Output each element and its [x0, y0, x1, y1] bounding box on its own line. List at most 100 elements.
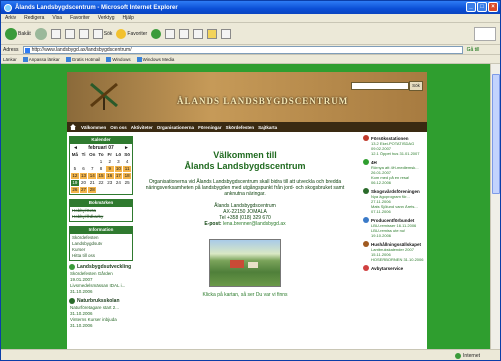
menu-arkiv[interactable]: Arkiv	[5, 15, 16, 21]
home-icon[interactable]	[70, 124, 76, 130]
calendar-day[interactable]: 21	[88, 180, 96, 186]
news-item[interactable]: Skördefesten Gården 19.01.2007	[67, 271, 135, 283]
search-button[interactable]: Sök	[92, 28, 112, 39]
org-news-item[interactable]: 12.1 Öppet hus 31.01.2007	[371, 151, 425, 156]
nav-valkommen[interactable]: Välkommen	[81, 125, 106, 130]
link-windows[interactable]: Windows	[106, 56, 131, 62]
calendar-day[interactable]: 2	[106, 159, 114, 165]
minimize-button[interactable]: _	[466, 2, 476, 12]
site-search-button[interactable]: Sök	[409, 81, 423, 91]
map-caption-link[interactable]: Klicka på kartan, så ser Du var vi finns	[139, 292, 351, 298]
calendar-day[interactable]: 9	[105, 166, 114, 172]
calendar-day[interactable]: 5	[71, 166, 79, 172]
menu-visa[interactable]: Visa	[52, 15, 62, 21]
back-button[interactable]: Bakåt	[5, 27, 31, 40]
calendar-day[interactable]: 17	[114, 173, 123, 179]
news-item[interactable]: Naturföretagare start 2... 31.10.2006	[67, 305, 135, 317]
calendar-day	[80, 159, 88, 165]
org-news-item[interactable]: Nya ägoprogram för... 27.11.2006	[371, 194, 425, 204]
folder-icon[interactable]	[207, 28, 218, 39]
org-news-item[interactable]: Mats Sjölund vann Ärets... 07.11.2006	[371, 204, 425, 214]
home-icon[interactable]	[78, 28, 89, 39]
right-column: Försöksstationen 13.2 Ekei-POTATISDAG 09.…	[361, 132, 427, 349]
messenger-icon[interactable]	[221, 28, 232, 39]
farm-photo[interactable]	[209, 239, 281, 287]
calendar-day[interactable]: 18	[123, 173, 131, 179]
calendar-day	[115, 187, 123, 193]
calendar-day[interactable]: 22	[97, 180, 105, 186]
news-item[interactable]: Livsmedelsmässan IDAL i... 31.10.2006	[67, 283, 135, 295]
calendar-day[interactable]: 12	[71, 173, 79, 179]
calendar-day[interactable]: 27	[79, 187, 88, 193]
maximize-button[interactable]: □	[477, 2, 487, 12]
bookmark-item[interactable]: Hobby/Ödkarby	[72, 214, 130, 220]
link-windows-media[interactable]: Windows Media	[136, 56, 174, 62]
org-news-item[interactable]: Kom med på en resa! 06.12.2006	[371, 175, 425, 185]
menu-verktyg[interactable]: Verktyg	[98, 15, 115, 21]
go-button[interactable]: Gå till	[467, 47, 480, 53]
calendar-day[interactable]: 15	[97, 173, 105, 179]
calendar-day[interactable]: 24	[115, 180, 123, 186]
calendar-day[interactable]: 20	[80, 180, 88, 186]
news-item[interactable]: Vinterns Kurser inbjuda 31.10.2006	[67, 317, 135, 329]
calendar-day[interactable]: 10	[114, 166, 123, 172]
calendar-day[interactable]: 6	[80, 166, 88, 172]
vertical-scrollbar[interactable]	[490, 64, 500, 349]
org-logo-icon	[363, 188, 369, 194]
forward-button[interactable]	[34, 27, 47, 40]
nav-skordefesten[interactable]: Skördefesten	[226, 125, 255, 130]
calendar-prev[interactable]: ◄	[73, 145, 78, 151]
info-link[interactable]: Hitta till oss	[72, 253, 130, 259]
refresh-icon[interactable]	[64, 28, 75, 39]
link-hotmail[interactable]: Gratis Hotmail	[65, 56, 100, 62]
nav-om-oss[interactable]: Om oss	[110, 125, 127, 130]
calendar-day[interactable]: 1	[97, 159, 105, 165]
mail-icon[interactable]	[165, 28, 176, 39]
calendar-day[interactable]: 4	[123, 159, 131, 165]
calendar-day[interactable]: 3	[115, 159, 123, 165]
org-section: Producentförbundet LBU-remisser 16.11.200…	[363, 217, 425, 238]
org-news-item[interactable]: HOSERBORNEN 31.10.2006	[371, 257, 425, 262]
calendar-day[interactable]: 8	[97, 166, 105, 172]
calendar-day[interactable]: 25	[123, 180, 131, 186]
calendar-day[interactable]: 7	[88, 166, 96, 172]
nav-aktiviteter[interactable]: Aktiviteter	[131, 125, 153, 130]
nav-foreningar[interactable]: Föreningar	[198, 125, 222, 130]
org-section: Försöksstationen 13.2 Ekei-POTATISDAG 09.…	[363, 135, 425, 156]
nav-organisationerna[interactable]: Organisationerna	[157, 125, 194, 130]
stop-icon[interactable]	[50, 28, 61, 39]
site-logo[interactable]: ÅLANDS LANDSBYGDSCENTRUM	[177, 96, 348, 106]
org-news-item[interactable]: LBU-remiss ute nu! 19.10.2006	[371, 228, 425, 238]
link-anpassa[interactable]: Anpassa länkar	[22, 56, 60, 62]
scrollbar-thumb[interactable]	[492, 74, 500, 194]
org-news-item[interactable]: Rörnya att 4H-medlemsk... 26.01.2007	[371, 165, 425, 175]
close-button[interactable]: ×	[488, 2, 498, 12]
org-news-item[interactable]: Lantbrukskalender 2007 15.11.2006	[371, 247, 425, 257]
org-heading[interactable]: Avbytarservice	[363, 265, 425, 271]
address-input[interactable]: http://www.landsbygd.ax/landsbygdscentru…	[22, 45, 463, 54]
calendar-next[interactable]: ►	[124, 145, 129, 151]
nav-sajtkarta[interactable]: Sajtkarta	[258, 125, 277, 130]
zone-label: Internet	[463, 352, 480, 359]
site-search-input[interactable]	[351, 82, 409, 90]
menu-redigera[interactable]: Redigera	[24, 15, 44, 21]
favorites-button[interactable]: Favoriter	[116, 28, 147, 39]
calendar-day[interactable]: 23	[106, 180, 114, 186]
menu-hjalp[interactable]: Hjälp	[122, 15, 133, 21]
menu-favoriter[interactable]: Favoriter	[70, 15, 90, 21]
calendar-day[interactable]: 16	[105, 173, 114, 179]
org-title: Försöksstationen	[371, 135, 409, 141]
leaf-icon	[69, 264, 75, 270]
org-news-item[interactable]: 13.2 Ekei-POTATISDAG 09.02.2007	[371, 141, 425, 151]
calendar-day[interactable]: 13	[79, 173, 88, 179]
email-link[interactable]: lena.brenner@landsbygd.ax	[223, 221, 286, 227]
print-icon[interactable]	[179, 28, 190, 39]
org-logo-icon	[363, 265, 369, 271]
calendar-day[interactable]: 14	[88, 173, 97, 179]
calendar-day[interactable]: 19	[71, 180, 79, 186]
calendar-day[interactable]: 11	[123, 166, 131, 172]
history-icon[interactable]	[151, 28, 162, 39]
edit-icon[interactable]	[193, 28, 204, 39]
calendar-day[interactable]: 26	[71, 187, 79, 193]
calendar-day[interactable]: 28	[88, 187, 97, 193]
